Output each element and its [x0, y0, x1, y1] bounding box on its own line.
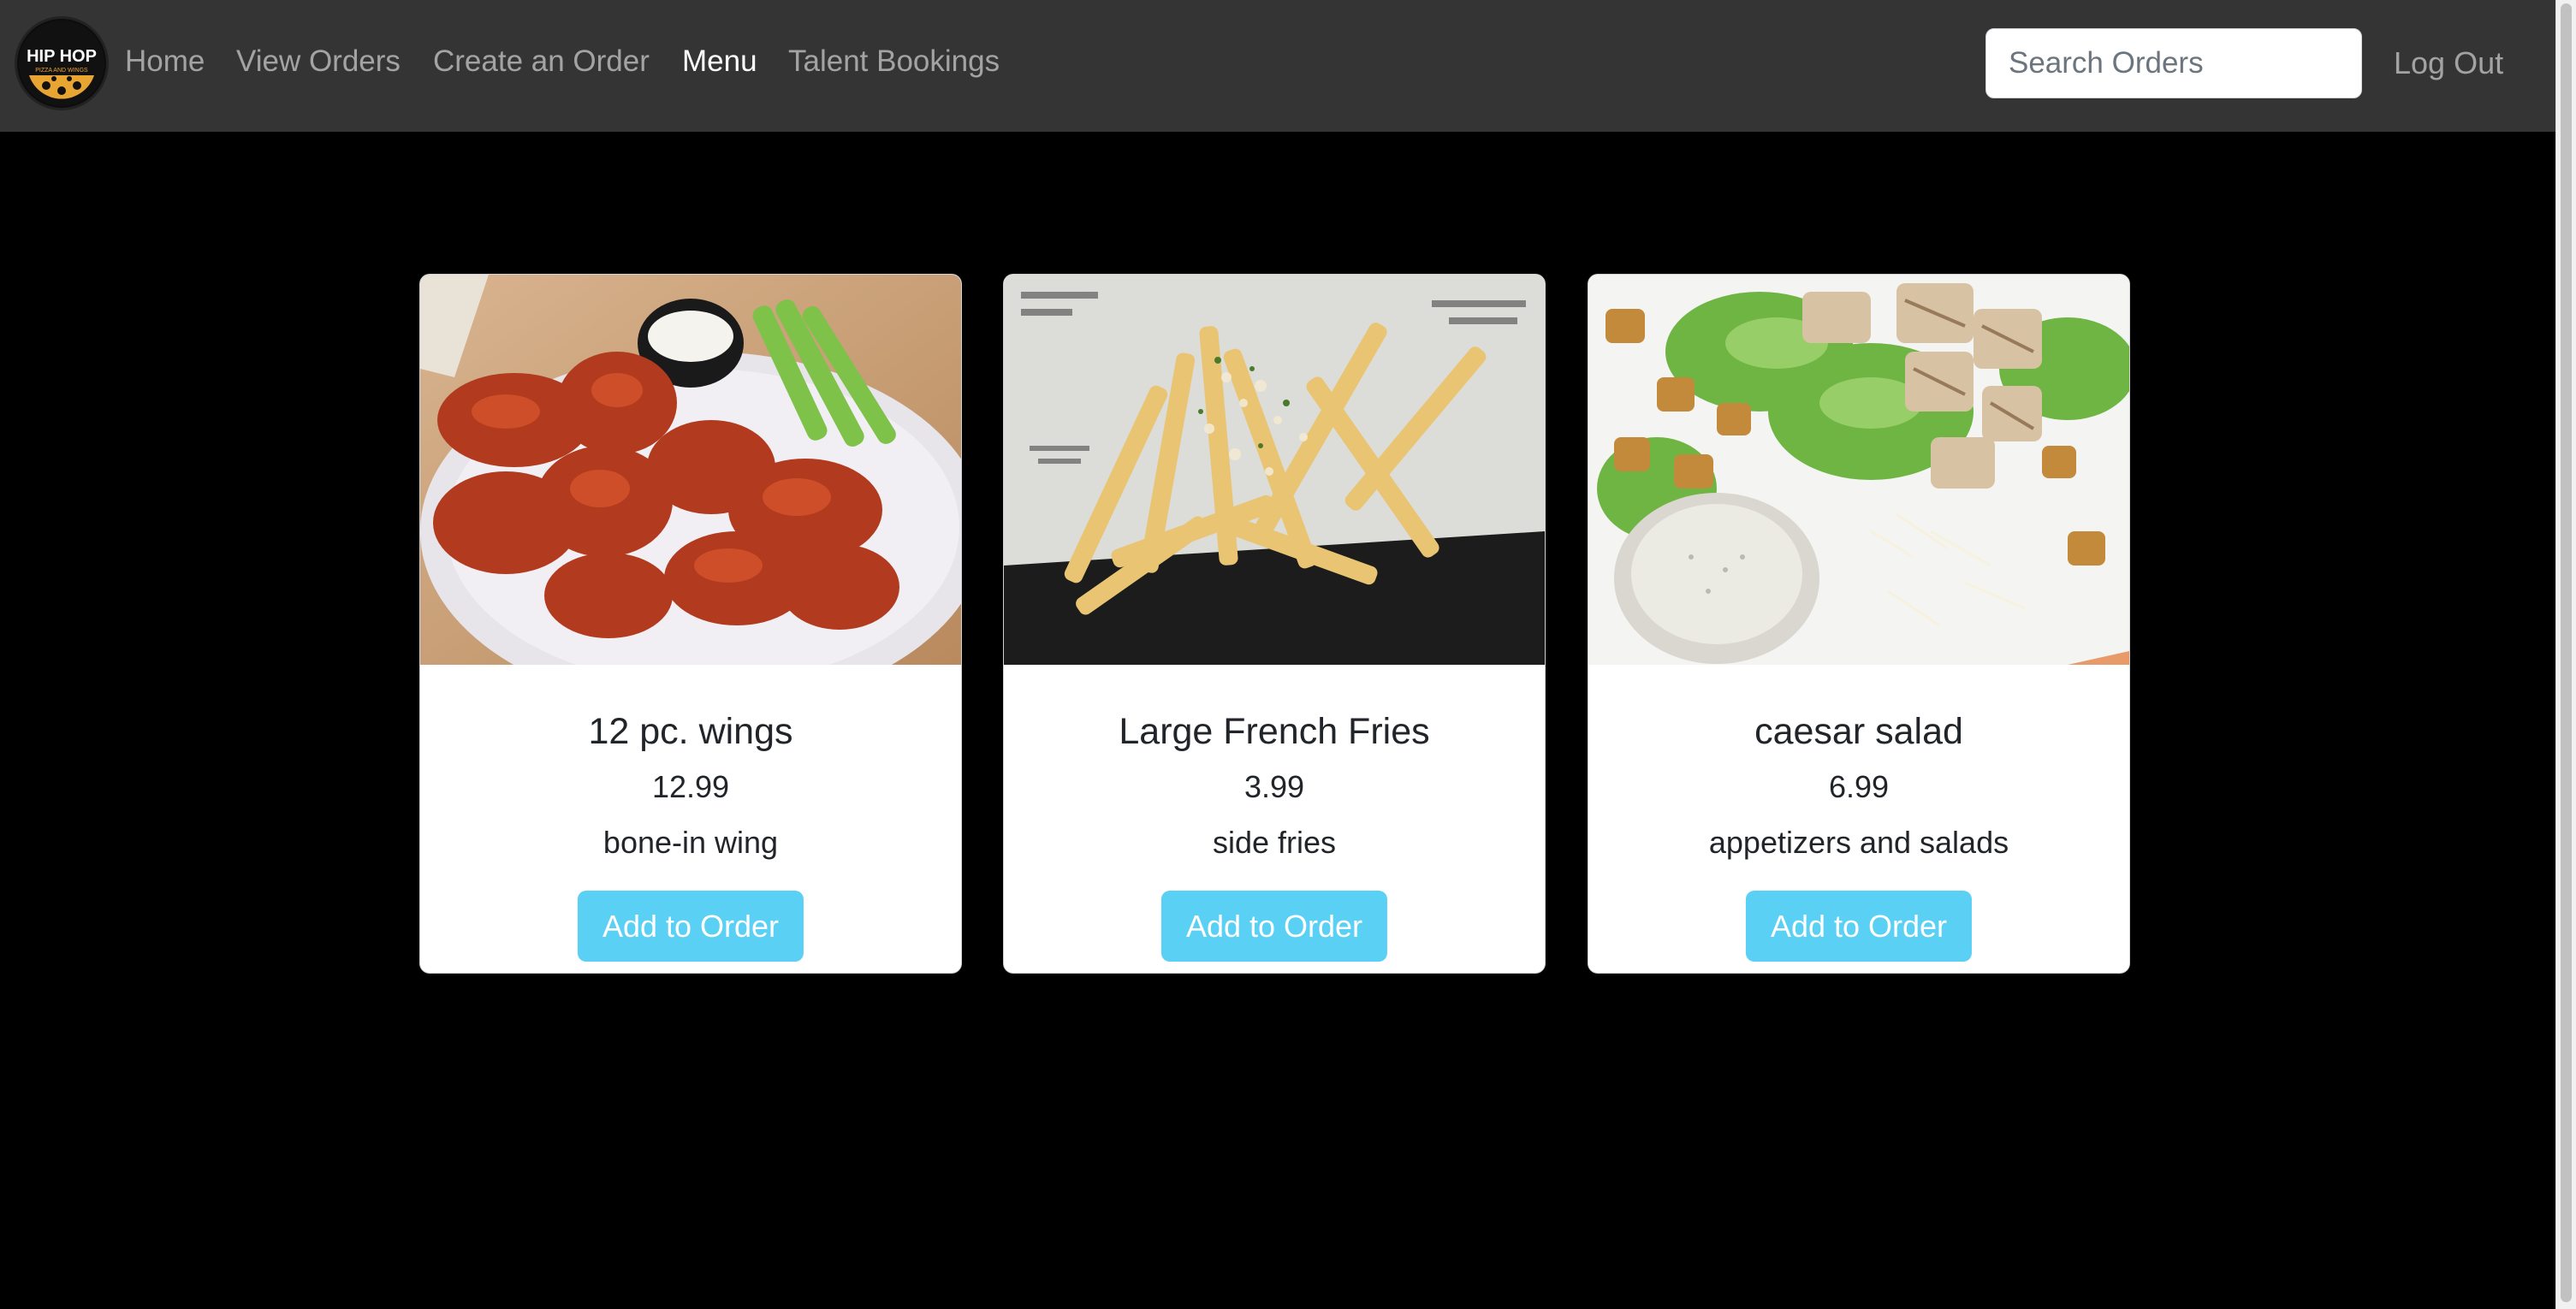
fries-image: [1004, 275, 1545, 665]
item-title: 12 pc. wings: [588, 711, 793, 752]
item-price: 3.99: [1243, 769, 1305, 804]
menu-card-salad: caesar salad 6.99 appetizers and salads …: [1588, 274, 2130, 974]
svg-text:PIZZA AND WINGS: PIZZA AND WINGS: [35, 68, 88, 74]
nav-menu[interactable]: Menu: [682, 39, 757, 84]
nav-view-orders[interactable]: View Orders: [236, 39, 401, 84]
logo-graphic: HIP HOP PIZZA AND WINGS: [19, 21, 104, 106]
add-to-order-button[interactable]: Add to Order: [1160, 891, 1388, 962]
salad-image: [1588, 275, 2129, 665]
nav-home[interactable]: Home: [125, 39, 205, 84]
menu-card-wings: 12 pc. wings 12.99 bone-in wing Add to O…: [419, 274, 962, 974]
item-price: 6.99: [1828, 769, 1890, 804]
add-to-order-button[interactable]: Add to Order: [1745, 891, 1973, 962]
item-category: side fries: [1212, 825, 1337, 860]
nav-create-order[interactable]: Create an Order: [433, 39, 650, 84]
add-to-order-button[interactable]: Add to Order: [577, 891, 804, 962]
nav-talent-bookings[interactable]: Talent Bookings: [788, 39, 1000, 84]
wings-image: [420, 275, 961, 665]
search-orders-input[interactable]: [1985, 28, 2362, 98]
item-title: caesar salad: [1754, 711, 1963, 752]
menu-card-fries: Large French Fries 3.99 side fries Add t…: [1003, 274, 1546, 974]
item-category: appetizers and salads: [1708, 825, 2009, 860]
item-category: bone-in wing: [602, 825, 779, 860]
brand-logo[interactable]: HIP HOP PIZZA AND WINGS: [17, 19, 106, 108]
logout-button[interactable]: Log Out: [2394, 41, 2503, 86]
item-title: Large French Fries: [1119, 711, 1430, 752]
item-price: 12.99: [651, 769, 730, 804]
navbar: HIP HOP PIZZA AND WINGS Home View Orders…: [0, 0, 2555, 132]
svg-text:HIP HOP: HIP HOP: [27, 47, 97, 66]
scrollbar-thumb[interactable]: [2561, 3, 2572, 1302]
page-scrollbar[interactable]: [2555, 0, 2576, 1309]
